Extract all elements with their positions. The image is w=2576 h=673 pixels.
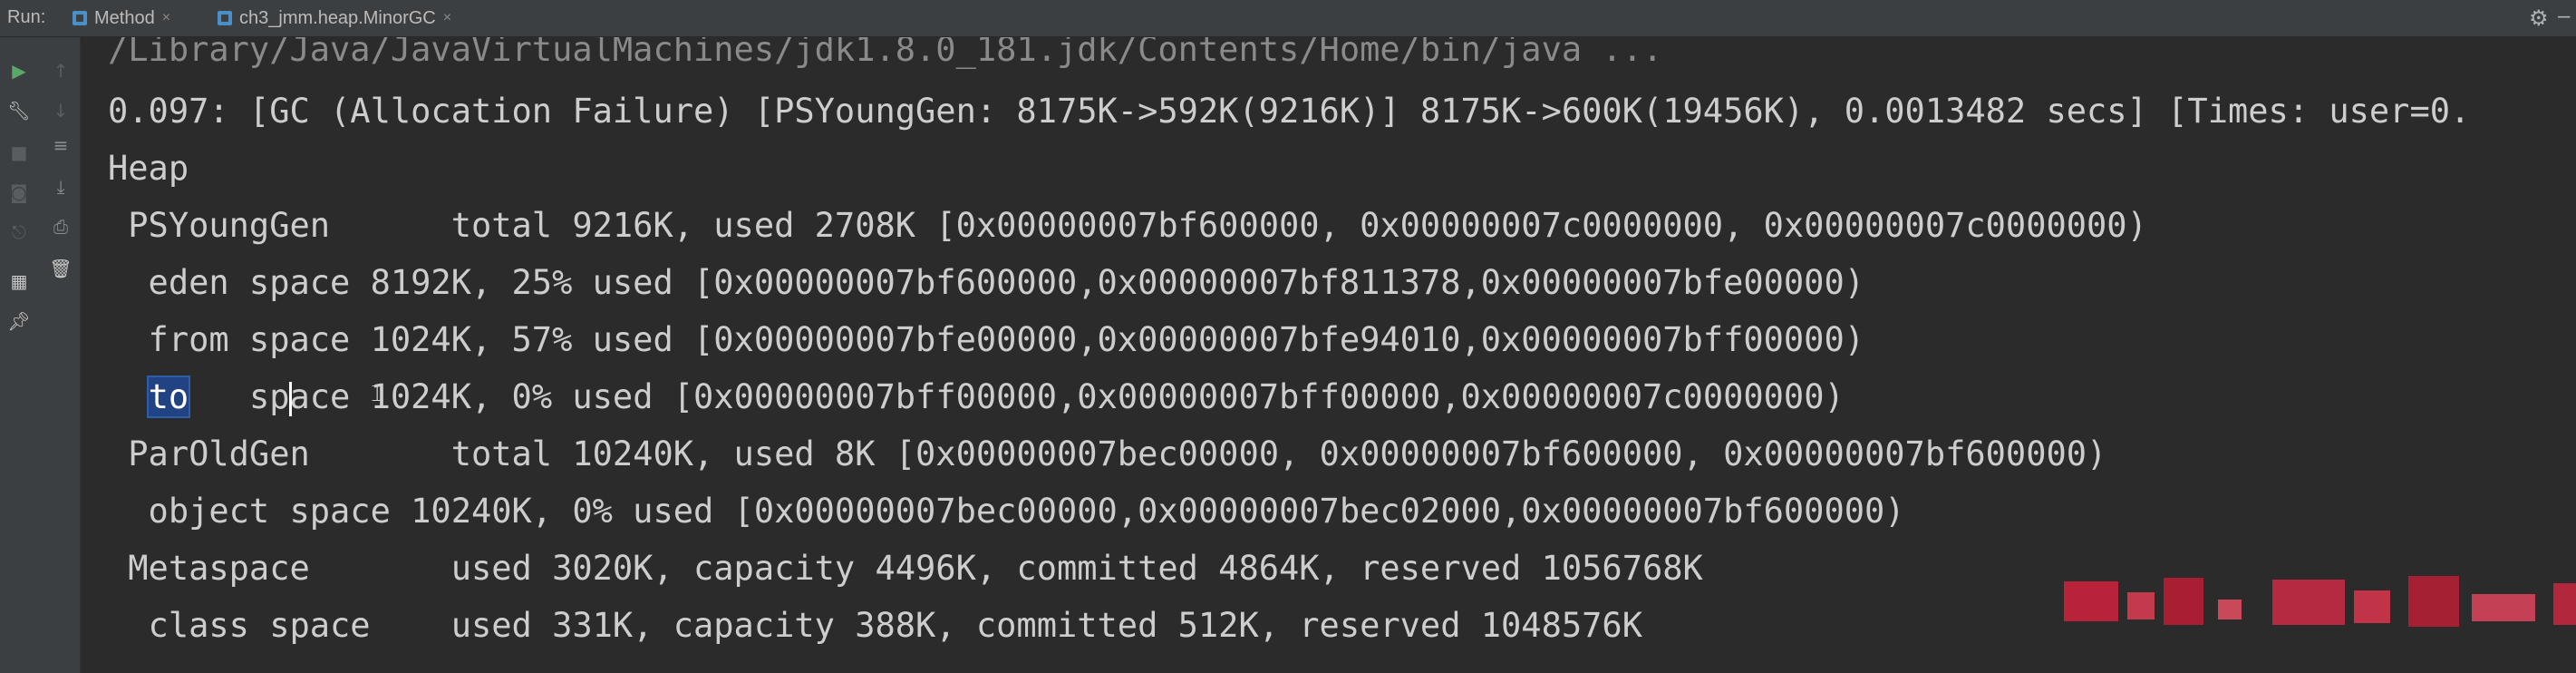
tab-minorgc[interactable]: ch3_jmm.heap.MinorGC × [218, 4, 451, 33]
run-label: Run: [7, 7, 46, 27]
soft-wrap-icon[interactable]: ≡ [49, 133, 73, 157]
console-toolbar: ▶ ↑ 🔧︎ ↓ ■ ≡ ◙ ⤓ ⎋ ⎙ ▦ 🗑︎ 📌︎ [0, 37, 81, 673]
tab-label: Method [94, 7, 155, 28]
wrench-icon[interactable]: 🔧︎ [7, 99, 31, 122]
class-file-icon [218, 11, 232, 25]
run-icon[interactable]: ▶ [7, 59, 31, 83]
tab-method[interactable]: Method × [73, 4, 170, 33]
i-beam-cursor-icon: 𝙸 [369, 380, 386, 407]
camera-icon[interactable]: ◙ [7, 180, 31, 204]
close-icon[interactable]: × [162, 10, 170, 26]
scroll-to-end-icon[interactable]: ⤓ [49, 175, 73, 199]
console-line[interactable]: Heap [108, 149, 189, 189]
console-line[interactable]: 0.097: [GC (Allocation Failure) [PSYoung… [108, 92, 2470, 132]
console-line[interactable]: PSYoungGen total 9216K, used 2708K [0x00… [108, 206, 2147, 246]
tab-label: ch3_jmm.heap.MinorGC [239, 7, 436, 28]
up-arrow-icon[interactable]: ↑ [49, 59, 73, 83]
console-line[interactable]: from space 1024K, 57% used [0x00000007bf… [108, 320, 1864, 360]
console-line[interactable]: object space 10240K, 0% used [0x00000007… [108, 492, 1905, 532]
print-icon[interactable]: ⎙ [49, 215, 73, 239]
gear-icon[interactable]: ⚙ [2529, 5, 2549, 32]
redacted-watermark [2064, 574, 2576, 632]
run-tool-window: Run: Method × ch3_jmm.heap.MinorGC × ⚙ –… [0, 0, 2576, 673]
layout-icon[interactable]: ▦ [7, 269, 31, 293]
exit-icon[interactable]: ⎋ [7, 220, 31, 244]
minimize-icon[interactable]: – [2558, 4, 2570, 29]
console-line[interactable]: ParOldGen total 10240K, used 8K [0x00000… [108, 434, 2106, 474]
console-line[interactable]: class space used 331K, capacity 388K, co… [108, 606, 1642, 646]
selected-text[interactable]: to [146, 376, 191, 418]
console-output[interactable]: /Library/Java/JavaVirtualMachines/jdk1.8… [81, 37, 2576, 673]
pin-icon[interactable]: 📌︎ [7, 309, 31, 333]
class-file-icon [73, 11, 87, 25]
stop-icon[interactable]: ■ [7, 141, 31, 164]
console-line[interactable]: eden space 8192K, 25% used [0x00000007bf… [108, 263, 1864, 303]
console-line[interactable]: Metaspace used 3020K, capacity 4496K, co… [108, 549, 1703, 589]
close-icon[interactable]: × [443, 10, 451, 26]
console-line[interactable]: /Library/Java/JavaVirtualMachines/jdk1.8… [108, 37, 1662, 70]
run-tab-bar: Run: Method × ch3_jmm.heap.MinorGC × ⚙ – [0, 0, 2576, 37]
text-caret [289, 382, 292, 416]
trash-icon[interactable]: 🗑︎ [49, 257, 73, 280]
down-arrow-icon[interactable]: ↓ [49, 99, 73, 122]
console-line-rest: space 1024K, 0% used [0x00000007bff00000… [189, 377, 1845, 416]
